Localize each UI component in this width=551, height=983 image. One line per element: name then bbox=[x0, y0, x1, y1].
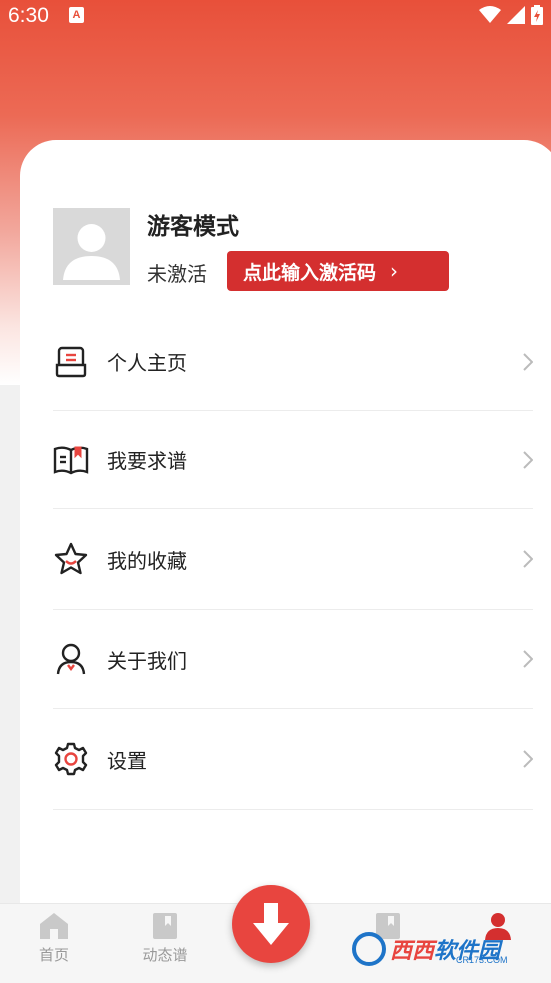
menu-item-request-score[interactable]: 我要求谱 bbox=[53, 411, 533, 509]
menu-label: 设置 bbox=[107, 748, 147, 773]
left-gutter bbox=[0, 385, 20, 905]
chevron-right-icon bbox=[523, 750, 533, 768]
book-icon bbox=[53, 442, 89, 478]
tab-label: 首页 bbox=[38, 946, 69, 964]
tab-dynamic-score[interactable]: 动态谱 bbox=[125, 912, 205, 965]
signal-icon bbox=[507, 6, 525, 24]
notification-badge-icon: A bbox=[69, 7, 84, 23]
menu-label: 我要求谱 bbox=[107, 449, 187, 473]
watermark-brand-a: 西西 bbox=[390, 938, 435, 963]
watermark-c-icon bbox=[352, 932, 386, 966]
status-time: 6:30 bbox=[8, 4, 49, 27]
avatar[interactable] bbox=[53, 208, 130, 285]
menu-label: 个人主页 bbox=[107, 351, 187, 375]
watermark-sub: CR173.COM bbox=[456, 955, 508, 965]
star-icon bbox=[53, 541, 89, 577]
home-icon bbox=[40, 913, 68, 939]
menu-item-settings[interactable]: 设置 bbox=[53, 709, 533, 810]
tab-label: 动态谱 bbox=[142, 946, 188, 964]
status-icons bbox=[479, 5, 543, 25]
profile-page-icon bbox=[53, 344, 89, 380]
watermark-logo: 西西软件园 CR173.COM bbox=[352, 930, 532, 968]
menu-label: 关于我们 bbox=[107, 648, 187, 673]
username: 游客模式 bbox=[147, 214, 239, 240]
chevron-right-icon bbox=[523, 450, 533, 469]
activate-button-label: 点此输入激活码 bbox=[243, 261, 377, 284]
download-button[interactable] bbox=[232, 885, 310, 963]
download-icon bbox=[253, 903, 289, 945]
menu-item-homepage[interactable]: 个人主页 bbox=[53, 313, 533, 411]
activation-status: 未激活 bbox=[147, 262, 207, 286]
menu-list: 个人主页 我要求谱 我的收藏 关于我们 设置 bbox=[53, 313, 533, 810]
gear-icon bbox=[53, 741, 89, 777]
chevron-right-icon bbox=[523, 550, 533, 568]
chevron-right-icon bbox=[523, 352, 533, 371]
chevron-right-icon bbox=[523, 650, 533, 668]
user-icon bbox=[53, 641, 89, 677]
wifi-icon bbox=[479, 6, 501, 23]
score-icon bbox=[153, 913, 177, 939]
tab-home[interactable]: 首页 bbox=[14, 912, 94, 965]
chevron-right-icon: › bbox=[390, 259, 399, 283]
status-bar: 6:30 A bbox=[0, 0, 551, 32]
menu-item-favorites[interactable]: 我的收藏 bbox=[53, 509, 533, 610]
battery-icon bbox=[531, 5, 543, 25]
enter-activation-code-button[interactable]: 点此输入激活码 › bbox=[227, 251, 449, 291]
default-avatar-icon bbox=[53, 208, 130, 285]
menu-item-about-us[interactable]: 关于我们 bbox=[53, 610, 533, 709]
menu-label: 我的收藏 bbox=[107, 548, 187, 573]
